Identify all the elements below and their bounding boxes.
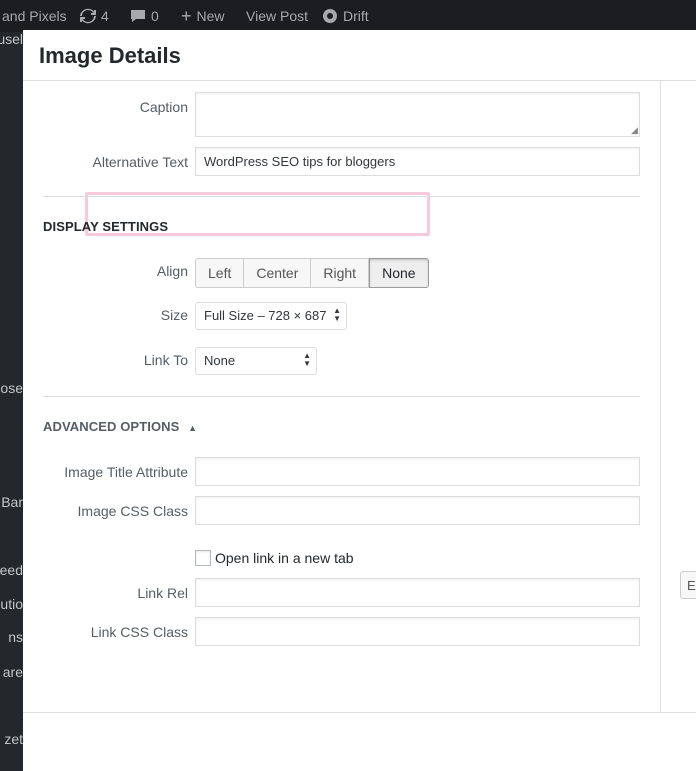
display-settings-heading: DISPLAY SETTINGS	[43, 219, 169, 234]
caption-label: Caption	[139, 99, 188, 115]
divider	[43, 196, 640, 197]
right-column	[660, 81, 696, 712]
link-to-select-value: None	[204, 353, 236, 368]
view-post-label: View Post	[246, 8, 308, 24]
drift-link[interactable]: Drift	[322, 8, 369, 24]
align-right-button[interactable]: Right	[311, 258, 370, 288]
sidebar-item[interactable]: ose	[0, 380, 23, 396]
drift-icon	[323, 9, 337, 23]
align-button-group: Left Center Right None	[195, 258, 429, 288]
admin-bar: and Pixels 4 0 + New View Post Drift	[0, 0, 696, 32]
sidebar-item[interactable]: usel	[0, 32, 23, 47]
comments-link[interactable]: 0	[130, 8, 159, 24]
triangle-up-icon: ▲	[188, 423, 198, 433]
alt-text-label: Alternative Text	[92, 154, 188, 170]
align-label: Align	[156, 263, 188, 279]
open-new-tab-label[interactable]: Open link in a new tab	[215, 550, 354, 566]
comment-icon	[131, 10, 145, 22]
modal-header: Image Details	[23, 30, 696, 81]
modal-body: Caption ◢ Alternative Text WordPress SEO…	[23, 81, 661, 712]
sidebar-item[interactable]: Bar	[1, 494, 23, 510]
refresh-icon	[80, 8, 96, 24]
caption-textarea[interactable]	[195, 92, 640, 137]
select-arrows-icon: ▲ ▼	[333, 306, 341, 323]
align-left-button[interactable]: Left	[195, 258, 245, 288]
title-attribute-label: Image Title Attribute	[64, 464, 188, 480]
css-class-label: Image CSS Class	[77, 503, 188, 519]
css-class-input[interactable]	[195, 496, 640, 525]
link-to-label: Link To	[143, 352, 188, 368]
modal-title: Image Details	[39, 43, 181, 68]
sidebar-item[interactable]: are	[3, 664, 23, 680]
resize-handle-icon[interactable]: ◢	[631, 125, 638, 136]
link-css-class-input[interactable]	[195, 617, 640, 646]
link-to-select[interactable]: None ▲ ▼	[195, 347, 317, 375]
sidebar-item[interactable]: zet	[4, 731, 23, 747]
align-none-button[interactable]: None	[369, 258, 429, 288]
size-label: Size	[160, 307, 188, 323]
view-post-link[interactable]: View Post	[246, 8, 308, 24]
new-link[interactable]: + New	[181, 6, 225, 26]
updates-count: 4	[101, 8, 109, 24]
link-rel-input[interactable]	[195, 578, 640, 607]
comments-count: 0	[151, 8, 159, 24]
title-attribute-input[interactable]	[195, 457, 640, 486]
select-arrows-icon: ▲ ▼	[303, 351, 311, 368]
open-new-tab-checkbox[interactable]	[195, 550, 211, 566]
link-css-class-label: Link CSS Class	[90, 624, 188, 640]
updates-link[interactable]: 4	[80, 8, 109, 24]
advanced-options-heading: ADVANCED OPTIONS	[43, 419, 180, 434]
site-name-label: and Pixels	[2, 8, 67, 24]
plus-icon: +	[181, 6, 192, 26]
size-select-value: Full Size – 728 × 687	[204, 308, 327, 323]
advanced-options-toggle[interactable]: ADVANCED OPTIONS ▲	[43, 419, 197, 434]
drift-label: Drift	[343, 8, 369, 24]
link-rel-label: Link Rel	[137, 585, 188, 601]
alt-text-input[interactable]: WordPress SEO tips for bloggers	[195, 147, 640, 176]
align-center-button[interactable]: Center	[244, 258, 312, 288]
modal-footer	[23, 712, 696, 771]
new-label: New	[196, 8, 225, 24]
edge-button[interactable]: E	[680, 571, 696, 599]
sidebar-item[interactable]: utio	[0, 596, 23, 612]
sidebar-item[interactable]: ns	[8, 629, 23, 645]
site-name-link[interactable]: and Pixels	[2, 8, 67, 24]
image-details-modal: Image Details Caption ◢ Alternative Text…	[23, 30, 696, 771]
admin-sidebar: usel ose Bar eed utio ns are zet	[0, 32, 23, 771]
sidebar-item[interactable]: eed	[0, 562, 23, 578]
divider	[43, 396, 640, 397]
size-select[interactable]: Full Size – 728 × 687 ▲ ▼	[195, 302, 347, 330]
